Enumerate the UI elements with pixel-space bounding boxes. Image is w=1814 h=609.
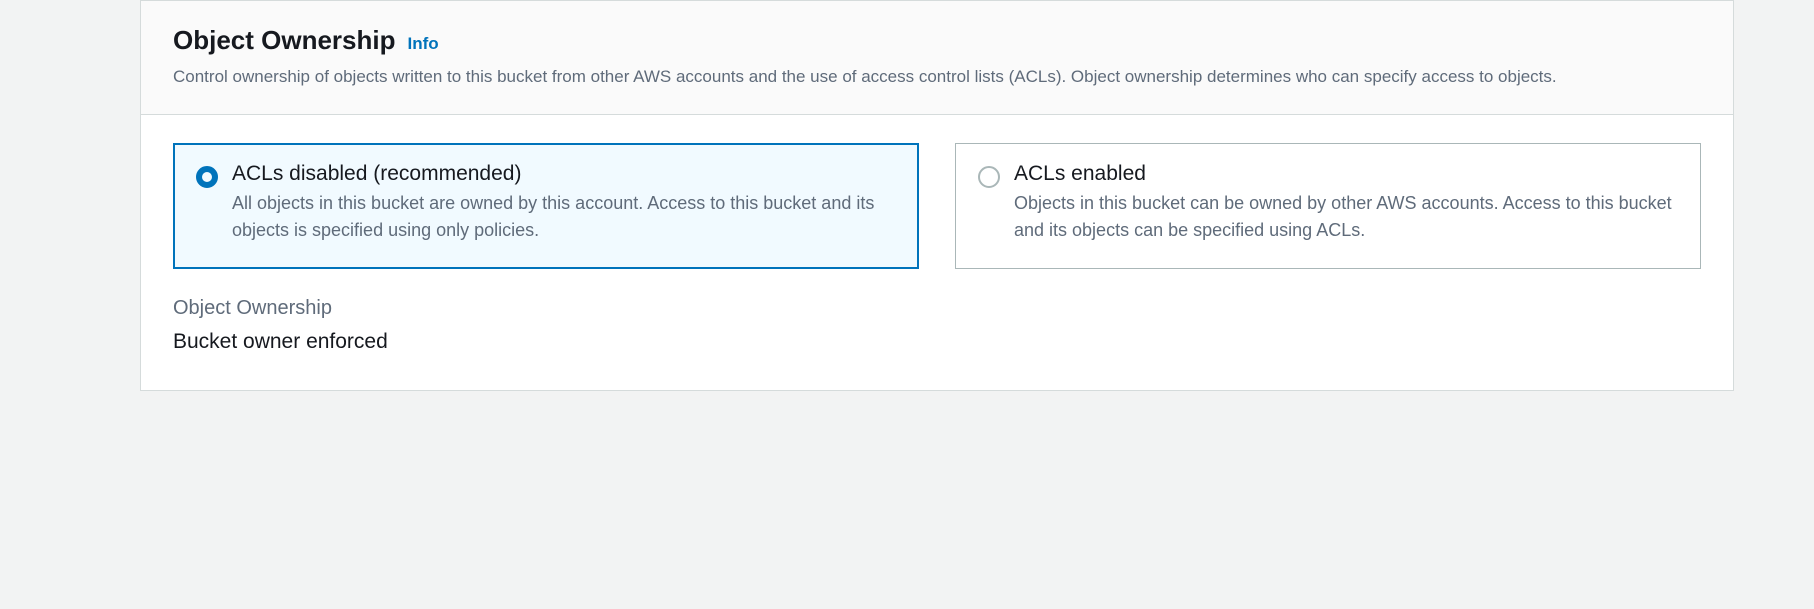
panel-description: Control ownership of objects written to … xyxy=(173,64,1573,90)
option-acls-enabled[interactable]: ACLs enabled Objects in this bucket can … xyxy=(955,143,1701,269)
option-title: ACLs disabled (recommended) xyxy=(232,162,896,186)
option-content: ACLs disabled (recommended) All objects … xyxy=(232,162,896,244)
radio-icon xyxy=(196,166,218,188)
options-row: ACLs disabled (recommended) All objects … xyxy=(173,143,1701,269)
option-content: ACLs enabled Objects in this bucket can … xyxy=(1014,162,1678,244)
option-acls-disabled[interactable]: ACLs disabled (recommended) All objects … xyxy=(173,143,919,269)
panel-title: Object Ownership xyxy=(173,25,396,56)
option-title: ACLs enabled xyxy=(1014,162,1678,186)
option-description: Objects in this bucket can be owned by o… xyxy=(1014,190,1678,244)
radio-icon xyxy=(978,166,1000,188)
field-label: Object Ownership xyxy=(173,297,1701,320)
field-value: Bucket owner enforced xyxy=(173,330,1701,354)
option-description: All objects in this bucket are owned by … xyxy=(232,190,896,244)
info-link[interactable]: Info xyxy=(408,34,439,54)
title-row: Object Ownership Info xyxy=(173,25,1701,56)
object-ownership-panel: Object Ownership Info Control ownership … xyxy=(140,0,1734,391)
panel-body: ACLs disabled (recommended) All objects … xyxy=(141,115,1733,390)
panel-header: Object Ownership Info Control ownership … xyxy=(141,1,1733,115)
